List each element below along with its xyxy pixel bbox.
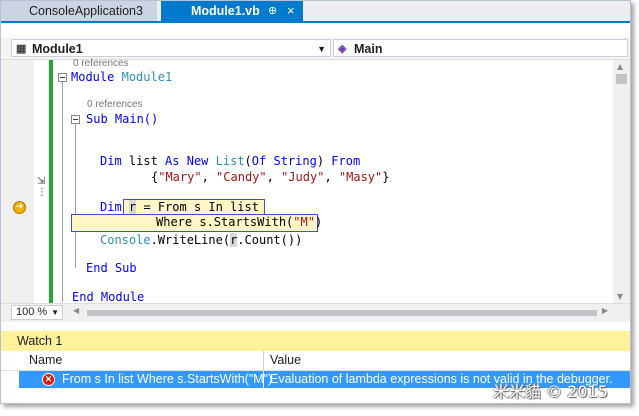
collapse-icon[interactable] <box>71 115 80 124</box>
code-line: Dim list As New List(Of String) From <box>100 154 361 168</box>
scroll-up-icon[interactable]: ▲ <box>617 62 623 71</box>
type-dropdown-value: Module1 <box>32 42 83 56</box>
current-statement-icon: ➜ <box>13 201 26 214</box>
method-icon: ◈ <box>338 43 347 55</box>
tab-module1-vb[interactable]: Module1.vb ⊕ × <box>161 1 303 21</box>
codelens-references[interactable]: 0 references <box>87 99 143 110</box>
code-editor[interactable]: ⇲ ⋮ ➜ 0 references Module Module1 0 refer… <box>1 58 630 304</box>
outline-guide <box>75 122 76 268</box>
scroll-thumb[interactable] <box>87 310 597 316</box>
tab-consoleapplication3[interactable]: ConsoleApplication3 <box>1 1 157 21</box>
zoom-value: 100 % <box>16 306 48 318</box>
scroll-down-icon[interactable]: ▼ <box>617 292 623 301</box>
code-line: {"Mary", "Candy", "Judy", "Masy"} <box>151 170 390 184</box>
outline-guide <box>62 80 63 302</box>
scroll-left-icon[interactable]: ◀ <box>73 306 79 315</box>
horizontal-scrollbar[interactable]: ◀ ▶ <box>73 306 608 318</box>
editor-bottom-bar: 100 % ▼ ◀ ▶ <box>1 303 630 322</box>
column-divider[interactable] <box>263 351 264 370</box>
watch-expression[interactable]: From s In list Where s.StartsWith("M") <box>62 371 272 388</box>
tab-label: ConsoleApplication3 <box>29 4 143 18</box>
document-tab-bar: ConsoleApplication3 Module1.vb ⊕ × <box>1 1 630 23</box>
watch-window-title[interactable]: Watch 1 <box>1 331 630 351</box>
vertical-scrollbar[interactable]: ▲ ▼ <box>613 60 630 303</box>
column-divider <box>263 371 264 388</box>
step-into-icon[interactable]: ⇲ ⋮ <box>37 176 47 198</box>
code-line: Sub Main() <box>86 112 159 126</box>
code-line: End Sub <box>86 261 137 275</box>
code-line: Where s.StartsWith("M") <box>156 215 323 229</box>
code-line: Module Module1 <box>71 70 173 84</box>
code-line: Console.WriteLine(r.Count()) <box>100 233 303 247</box>
column-header-value[interactable]: Value <box>270 351 301 370</box>
tab-label: Module1.vb <box>191 4 260 18</box>
member-dropdown[interactable]: ◈ Main <box>333 39 628 57</box>
chevron-down-icon: ▼ <box>51 308 59 317</box>
member-dropdown-value: Main <box>354 42 383 56</box>
change-tracking-bar <box>49 60 53 303</box>
watch-column-headers: Name Value <box>1 351 630 371</box>
collapse-icon[interactable] <box>58 73 67 82</box>
scroll-thumb[interactable] <box>616 74 627 84</box>
chevron-down-icon: ▼ <box>317 44 326 54</box>
error-icon: ✕ <box>42 373 55 386</box>
close-icon[interactable]: × <box>287 1 295 21</box>
ide-window: ConsoleApplication3 Module1.vb ⊕ × ▦ Mod… <box>0 0 631 404</box>
scroll-right-icon[interactable]: ▶ <box>602 306 608 315</box>
watermark: 米米貓 © 2015 <box>493 382 608 401</box>
column-header-name[interactable]: Name <box>29 351 62 370</box>
module-icon: ▦ <box>16 43 27 55</box>
navigation-bar: ▦ Module1 ▼ ◈ Main <box>1 37 630 60</box>
type-dropdown[interactable]: ▦ Module1 ▼ <box>11 39 331 57</box>
code-line: Dim r = From s In list <box>100 200 259 214</box>
breakpoint-margin[interactable] <box>1 60 34 303</box>
pin-icon[interactable]: ⊕ <box>268 1 277 21</box>
zoom-dropdown[interactable]: 100 % ▼ <box>11 305 63 320</box>
codelens-references[interactable]: 0 references <box>73 58 129 69</box>
